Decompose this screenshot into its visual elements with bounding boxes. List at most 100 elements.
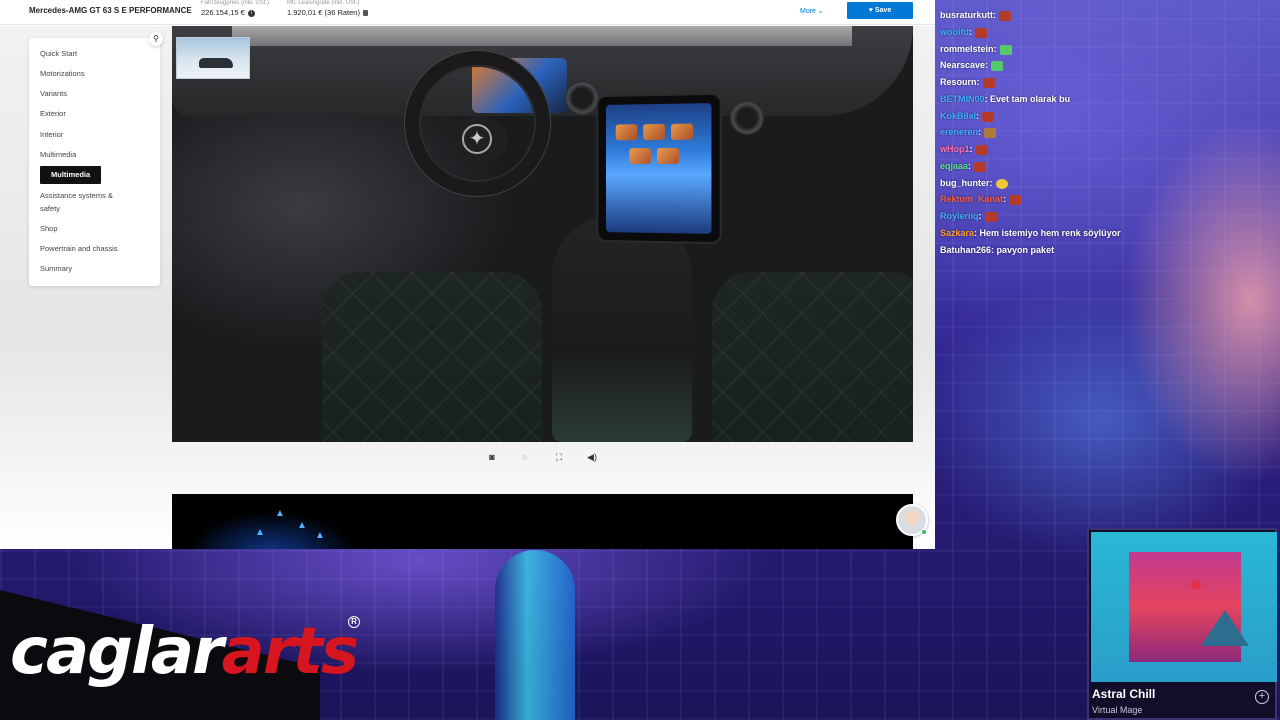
logo-part-white: caglar <box>10 615 224 689</box>
chat-message: ereneren: <box>940 126 997 138</box>
track-artist: Virtual Mage <box>1092 705 1143 715</box>
chat-separator: : <box>974 228 978 238</box>
save-button[interactable]: ♥ Save <box>847 2 913 19</box>
chat-text: Hem istemiyo hem renk söylüyor <box>979 228 1121 238</box>
chat-username: bug_hunter <box>940 178 990 188</box>
menu-item-multimedia-active[interactable]: Multimedia <box>40 166 102 184</box>
star-icon: ▲ <box>255 527 265 538</box>
chat-separator: : <box>976 77 980 87</box>
camera-icon[interactable]: ◙ <box>485 450 499 464</box>
chat-username: Resourn <box>940 77 977 87</box>
chat-separator: : <box>978 127 982 137</box>
now-playing-card: Astral Chill Virtual Mage + <box>1087 528 1277 720</box>
car-interior-viewer[interactable]: ✦ <box>172 26 913 442</box>
chat-message: KokBilal: <box>940 110 995 122</box>
chat-separator: : <box>978 211 982 221</box>
chat-separator: : <box>993 10 997 20</box>
logo-part-red: arts <box>221 615 359 689</box>
chat-separator: : <box>989 178 993 188</box>
fullscreen-icon[interactable]: ⛶ <box>552 450 566 464</box>
chat-message: Batuhan266: pavyon paket <box>940 244 1054 256</box>
search-icon[interactable]: ⚲ <box>149 32 163 46</box>
menu-item-motorizations[interactable]: Motorizations <box>40 68 85 80</box>
menu-item-shop[interactable]: Shop <box>40 223 58 235</box>
vehicle-price-value: 226.154,15 € <box>201 8 245 17</box>
info-icon[interactable]: i <box>247 9 255 17</box>
lower-glow <box>172 494 372 549</box>
chat-message: busraturkutt: <box>940 9 1012 21</box>
track-title: Astral Chill <box>1092 687 1156 701</box>
windshield <box>232 26 852 46</box>
emote-icon <box>974 161 987 172</box>
car-thumbnail-image <box>199 58 233 68</box>
chat-separator: : <box>993 44 997 54</box>
configurator-header: Mercedes-AMG GT 63 S E PERFORMANCE Fahrz… <box>0 0 935 25</box>
chat-message: bug_hunter: <box>940 177 1008 189</box>
album-art <box>1091 532 1277 682</box>
star-icon: ▲ <box>275 508 285 519</box>
emote-icon <box>984 127 997 138</box>
browser-window: Mercedes-AMG GT 63 S E PERFORMANCE Fahrz… <box>0 0 935 549</box>
menu-item-assistance-systems-cont[interactable]: safety <box>40 203 60 215</box>
heart-icon: ♥ <box>868 7 873 14</box>
chat-username: eqjaaa <box>940 161 969 171</box>
chat-username: Rektum_Kanat <box>940 194 1004 204</box>
chevron-down-icon: ⌄ <box>817 8 824 15</box>
chat-username: busraturkutt <box>940 10 994 20</box>
air-vent <box>565 81 599 115</box>
center-console <box>552 216 692 442</box>
chat-username: BETMIN00 <box>940 94 985 104</box>
chat-username: Royleriiq <box>940 211 979 221</box>
album-art-gradient <box>1129 552 1249 662</box>
menu-item-multimedia[interactable]: Multimedia <box>40 149 76 161</box>
rotate-icon[interactable]: ○ <box>518 450 532 464</box>
chat-message: Sazkara: Hem istemiyo hem renk söylüyor <box>940 227 1121 239</box>
emote-icon <box>999 10 1012 21</box>
emote-icon <box>984 211 997 222</box>
more-menu-link[interactable]: More ⌄ <box>800 7 824 15</box>
add-icon[interactable]: + <box>1255 690 1269 704</box>
chat-username: Batuhan266 <box>940 245 992 255</box>
chat-separator: : <box>976 111 980 121</box>
chat-username: Nearscave <box>940 60 986 70</box>
screen-tile <box>629 148 652 165</box>
model-name: Mercedes-AMG GT 63 S E PERFORMANCE <box>29 6 192 15</box>
chat-separator: : <box>991 245 995 255</box>
chat-username: Sazkara <box>940 228 975 238</box>
screen-tile <box>615 124 638 141</box>
menu-item-exterior[interactable]: Exterior <box>40 108 66 120</box>
screen-display <box>606 103 712 234</box>
chat-message: Nearscave: <box>940 59 1004 71</box>
chat-separator: : <box>968 161 972 171</box>
menu-item-assistance-systems[interactable]: Assistance systems & <box>40 190 113 202</box>
brand-star-icon: ✦ <box>462 124 492 154</box>
emote-icon <box>991 60 1004 71</box>
chat-username: wHop1 <box>940 144 970 154</box>
driver-seat <box>322 272 542 442</box>
chat-separator: : <box>1003 194 1007 204</box>
chat-message: BETMIN00: Evet tam olarak bu <box>940 93 1070 105</box>
emote-icon <box>982 111 995 122</box>
menu-item-interior[interactable]: Interior <box>40 129 63 141</box>
online-status-indicator <box>921 529 927 535</box>
emote-icon <box>999 44 1012 55</box>
save-label: Save <box>874 7 892 14</box>
chat-text: Evet tam olarak bu <box>990 94 1071 104</box>
menu-item-summary[interactable]: Summary <box>40 263 72 275</box>
exterior-thumbnail[interactable] <box>176 37 250 79</box>
screen-tile <box>657 147 680 165</box>
menu-item-variants[interactable]: Variants <box>40 88 67 100</box>
leasing-rate-label: Mtl. Leasingrate (inkl. USt.) <box>287 0 360 6</box>
star-icon: ▲ <box>315 530 325 541</box>
leasing-rate: Mtl. Leasingrate (inkl. USt.) 1.920,01 €… <box>287 0 368 17</box>
trash-icon[interactable] <box>362 10 368 17</box>
passenger-seat <box>712 272 913 442</box>
chat-message: Rektum_Kanat: <box>940 193 1022 205</box>
chat-username: KokBilal <box>940 111 977 121</box>
menu-item-quick-start[interactable]: Quick Start <box>40 48 77 60</box>
menu-item-powertrain[interactable]: Powertrain and chassis <box>40 243 118 255</box>
chat-message: rommelstein: <box>940 43 1012 55</box>
emote-icon <box>975 144 988 155</box>
sound-icon[interactable]: ◀) <box>585 450 599 464</box>
chat-message: woolfd: <box>940 26 987 38</box>
